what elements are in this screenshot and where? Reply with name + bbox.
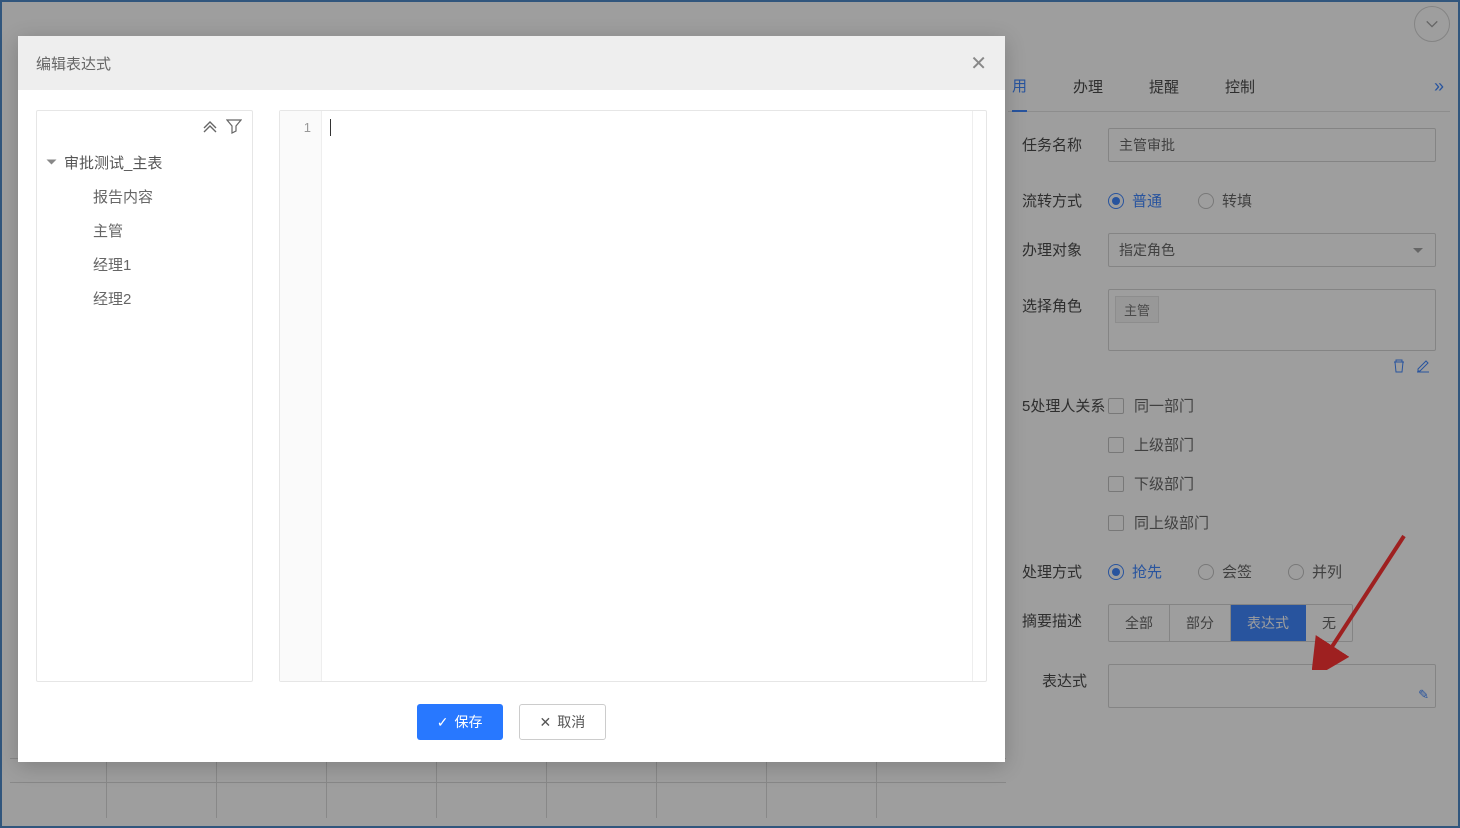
save-button-label: 保存 bbox=[455, 712, 483, 732]
field-tree: 审批测试_主表 报告内容 主管 经理1 经理2 bbox=[37, 141, 252, 319]
check-icon: ✓ bbox=[437, 714, 449, 731]
tree-node-supervisor[interactable]: 主管 bbox=[37, 213, 252, 247]
tree-node-root[interactable]: 审批测试_主表 bbox=[37, 145, 252, 179]
dialog-title: 编辑表达式 bbox=[36, 53, 111, 74]
close-icon: ✕ bbox=[540, 714, 552, 731]
tree-toggle-icon[interactable] bbox=[47, 160, 57, 165]
code-editor[interactable]: 1 bbox=[279, 110, 987, 682]
tree-node-manager2[interactable]: 经理2 bbox=[37, 281, 252, 315]
dialog-body: 审批测试_主表 报告内容 主管 经理1 经理2 1 bbox=[18, 90, 1005, 682]
expression-editor-dialog: 编辑表达式 ✕ 审批测试_主表 报告内容 主管 经理1 经理2 1 bbox=[18, 36, 1005, 762]
cancel-button-label: 取消 bbox=[557, 712, 585, 732]
tree-node-manager1[interactable]: 经理1 bbox=[37, 247, 252, 281]
collapse-all-icon[interactable] bbox=[202, 118, 218, 134]
editor-caret bbox=[330, 119, 331, 136]
editor-textarea[interactable] bbox=[322, 111, 972, 681]
filter-icon[interactable] bbox=[226, 118, 242, 134]
close-icon[interactable]: ✕ bbox=[970, 51, 987, 76]
editor-margin bbox=[972, 111, 986, 681]
save-button[interactable]: ✓ 保存 bbox=[417, 704, 503, 740]
tree-toolbar bbox=[37, 111, 252, 141]
tree-node-report-content[interactable]: 报告内容 bbox=[37, 179, 252, 213]
tree-root-label: 审批测试_主表 bbox=[64, 152, 162, 173]
dialog-footer: ✓ 保存 ✕ 取消 bbox=[18, 682, 1005, 762]
line-number: 1 bbox=[280, 117, 311, 139]
field-tree-panel: 审批测试_主表 报告内容 主管 经理1 经理2 bbox=[36, 110, 253, 682]
editor-gutter: 1 bbox=[280, 111, 322, 681]
dialog-header: 编辑表达式 ✕ bbox=[18, 36, 1005, 90]
cancel-button[interactable]: ✕ 取消 bbox=[519, 704, 607, 740]
